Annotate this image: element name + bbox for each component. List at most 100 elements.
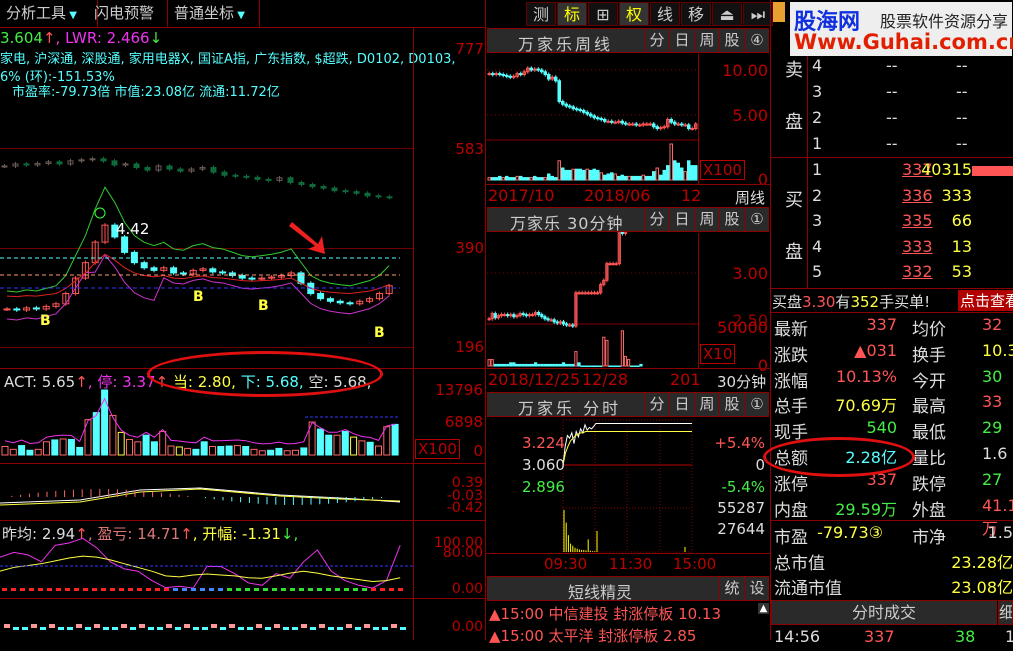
tab-week[interactable]: 周 xyxy=(694,208,719,231)
volume-bar xyxy=(267,449,275,456)
tab-week[interactable]: 周 xyxy=(694,29,719,52)
weekly-candle xyxy=(690,128,694,130)
overlay-candle xyxy=(331,187,338,192)
weekly-volume-bar xyxy=(522,177,526,181)
signal-dash xyxy=(290,588,295,591)
volume-bar xyxy=(76,446,84,456)
tab-minute[interactable]: 分 xyxy=(644,29,669,52)
tab-stock[interactable]: 股 xyxy=(719,393,744,416)
divider xyxy=(486,553,770,554)
bottom-bar xyxy=(238,627,244,630)
bottom-bar xyxy=(31,624,37,628)
weekly-candle xyxy=(529,67,533,71)
bottom-bar xyxy=(337,627,343,630)
bottom-bar xyxy=(301,624,307,628)
tab-minute[interactable]: 分 xyxy=(644,208,669,231)
volume-bar xyxy=(292,449,299,456)
tab-week[interactable]: 周 xyxy=(694,393,719,416)
divider xyxy=(486,368,770,369)
tick-trades-tab[interactable]: 分时成交 xyxy=(771,600,997,625)
chart-count-button[interactable]: ① xyxy=(744,208,769,231)
weekly-volume-bar xyxy=(652,171,656,181)
weekly-volume-bar xyxy=(589,169,593,181)
signal-dash xyxy=(128,588,133,591)
settings-button[interactable]: 设 xyxy=(744,577,769,600)
min30-volume-bar xyxy=(608,365,612,367)
min30-volume-bar xyxy=(574,351,578,367)
weekly-candle xyxy=(571,106,575,110)
volume-bar xyxy=(167,445,175,456)
weekly-volume-bar xyxy=(519,175,523,181)
weekly-volume-bar xyxy=(624,175,628,181)
volume-bar xyxy=(192,448,200,456)
signal-dash xyxy=(362,588,367,591)
alert-item[interactable]: ▲15:00 太平洋 封涨停板 2.85 xyxy=(489,625,696,646)
weekly-candle xyxy=(652,123,656,128)
price-label: 2.896 xyxy=(522,478,565,496)
date-label: 2018/06 xyxy=(584,186,651,205)
bottom-bar xyxy=(247,627,253,630)
volume-bar xyxy=(51,439,59,456)
tab-minute[interactable]: 分 xyxy=(644,393,669,416)
sprite-title: 短线精灵 xyxy=(568,583,633,602)
weekly-volume-bar xyxy=(687,160,691,181)
volume-bar xyxy=(200,441,208,456)
min30-candle xyxy=(543,316,547,320)
weekly-chart-header: 万家乐周线 分 日 周 股 ④ xyxy=(487,28,769,54)
tab-day[interactable]: 日 xyxy=(669,393,694,416)
buy-signal: B xyxy=(193,289,204,305)
detail-tab[interactable]: 细 xyxy=(998,600,1013,625)
weekly-volume-bar xyxy=(536,177,540,181)
weekly-candle xyxy=(508,75,512,78)
bottom-bar xyxy=(364,624,370,628)
weekly-candle xyxy=(557,80,561,103)
tab-day[interactable]: 日 xyxy=(669,208,694,231)
min30-candle xyxy=(589,292,593,295)
bottom-bar xyxy=(121,624,127,628)
volume-bar xyxy=(225,445,233,456)
volume-bar xyxy=(209,446,216,456)
weekly-volume-bar xyxy=(631,175,635,181)
scroll-up-icon[interactable]: ▲ xyxy=(758,603,769,614)
buy-label: 买 xyxy=(785,190,803,211)
weekly-volume-bar xyxy=(550,175,554,181)
min30-chart-header: 万家乐 30分钟 分 日 周 股 ① xyxy=(487,207,769,233)
signal-dash xyxy=(218,588,223,591)
bottom-bar xyxy=(13,627,19,630)
volume-label: 27644 xyxy=(717,520,765,538)
overlay-candle xyxy=(111,160,118,166)
alert-item[interactable]: ▲15:00 中信建投 封涨停板 10.13 xyxy=(489,603,721,624)
min30-volume-bar xyxy=(599,365,603,367)
price-candle xyxy=(326,298,334,302)
overlay-candle xyxy=(166,165,173,170)
signal-dash xyxy=(65,588,70,591)
bottom-bar xyxy=(292,627,298,630)
signal-dash xyxy=(344,588,349,591)
weekly-volume-bar xyxy=(603,174,607,181)
macd-dea-line xyxy=(0,488,401,506)
weekly-candle xyxy=(624,122,628,125)
bottom-bar xyxy=(211,624,217,628)
volume-bar xyxy=(134,441,142,456)
stats-button[interactable]: 统 xyxy=(719,577,744,600)
stat-row: 涨幅 10.13% 今开 30 xyxy=(774,366,1003,392)
weekly-volume-bar xyxy=(690,165,694,181)
view-details-button[interactable]: 点击查看 xyxy=(958,290,1013,311)
weekly-candle xyxy=(491,73,495,76)
volume-bar xyxy=(375,445,382,456)
weekly-candle xyxy=(610,120,614,123)
chart-count-button[interactable]: ④ xyxy=(744,29,769,52)
min30-volume-bar xyxy=(565,363,569,367)
weekly-candle xyxy=(613,121,617,124)
signal-dash xyxy=(263,588,268,591)
signal-dash xyxy=(353,588,358,591)
tab-stock[interactable]: 股 xyxy=(719,29,744,52)
signal-dash xyxy=(155,588,160,591)
chart-title: 万家乐 分时 xyxy=(518,399,622,418)
volume-bar xyxy=(300,447,308,456)
price-candle xyxy=(3,308,11,311)
tab-stock[interactable]: 股 xyxy=(719,208,744,231)
tab-day[interactable]: 日 xyxy=(669,29,694,52)
chart-count-button[interactable]: ① xyxy=(744,393,769,416)
weekly-candle xyxy=(543,71,547,76)
